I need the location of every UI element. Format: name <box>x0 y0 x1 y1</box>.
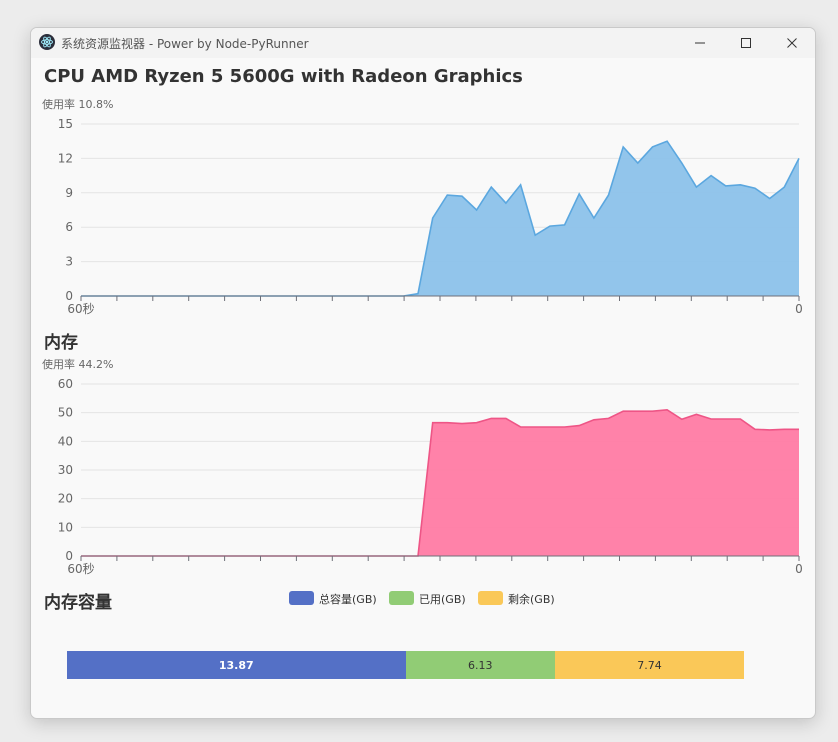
memory-area <box>81 409 799 556</box>
cpu-area <box>81 141 799 296</box>
cpu-usage-subtitle: 使用率 10.8% <box>42 98 114 111</box>
legend-label-total: 总容量(GB) <box>319 593 377 606</box>
window-title: 系统资源监视器 - Power by Node-PyRunner <box>61 37 309 51</box>
cpu-y-tick-label: 0 <box>65 289 73 303</box>
cpu-y-tick-label: 3 <box>65 255 73 269</box>
memory-x-label-end: 0 <box>795 562 803 576</box>
memory-y-tick-label: 50 <box>58 406 73 420</box>
minimize-icon <box>695 42 705 44</box>
memory-y-tick-label: 60 <box>58 377 73 391</box>
memory-chart-title: 内存 <box>44 333 78 353</box>
maximize-icon <box>741 38 751 48</box>
close-icon <box>787 38 797 48</box>
legend-swatch-used <box>389 591 414 605</box>
bar-used-label: 6.13 <box>468 658 493 672</box>
maximize-button[interactable] <box>723 28 769 58</box>
bar-total-segment[interactable]: 13.87 <box>67 651 406 679</box>
close-button[interactable] <box>769 28 815 58</box>
memory-y-tick-label: 10 <box>58 520 73 534</box>
cpu-x-label-start: 60秒 <box>67 302 94 316</box>
memory-usage-subtitle: 使用率 44.2% <box>42 358 114 371</box>
legend-label-used: 已用(GB) <box>419 593 466 606</box>
memory-y-tick-label: 40 <box>58 434 73 448</box>
memory-y-tick-label: 30 <box>58 463 73 477</box>
capacity-chart-title: 内存容量 <box>44 593 112 613</box>
app-window: 系统资源监视器 - Power by Node-PyRunner CPU AMD… <box>30 27 816 719</box>
cpu-y-tick-label: 12 <box>58 151 73 165</box>
legend-label-free: 剩余(GB) <box>508 593 555 606</box>
cpu-y-tick-label: 6 <box>65 220 73 234</box>
memory-y-tick-label: 20 <box>58 492 73 506</box>
memory-y-tick-label: 0 <box>65 549 73 563</box>
title-bar[interactable]: 系统资源监视器 - Power by Node-PyRunner <box>31 28 815 58</box>
memory-usage-chart: 010203040506060秒 0 <box>58 377 803 576</box>
legend-swatch-total <box>289 591 314 605</box>
cpu-chart-title: CPU AMD Ryzen 5 5600G with Radeon Graphi… <box>44 66 523 87</box>
bar-free-segment[interactable]: 7.74 <box>555 651 744 679</box>
bar-used-segment[interactable]: 6.13 <box>405 651 556 679</box>
cpu-x-label-end: 0 <box>795 302 803 316</box>
memory-x-label-start: 60秒 <box>67 562 94 576</box>
bar-free-label: 7.74 <box>637 658 662 672</box>
cpu-usage-chart: 0369121560秒 0 <box>58 117 803 316</box>
app-logo-icon <box>39 34 55 50</box>
cpu-y-tick-label: 15 <box>58 117 73 131</box>
cpu-y-tick-label: 9 <box>65 186 73 200</box>
bar-total-label: 13.87 <box>218 658 254 672</box>
minimize-button[interactable] <box>677 28 723 58</box>
legend-swatch-free <box>478 591 503 605</box>
